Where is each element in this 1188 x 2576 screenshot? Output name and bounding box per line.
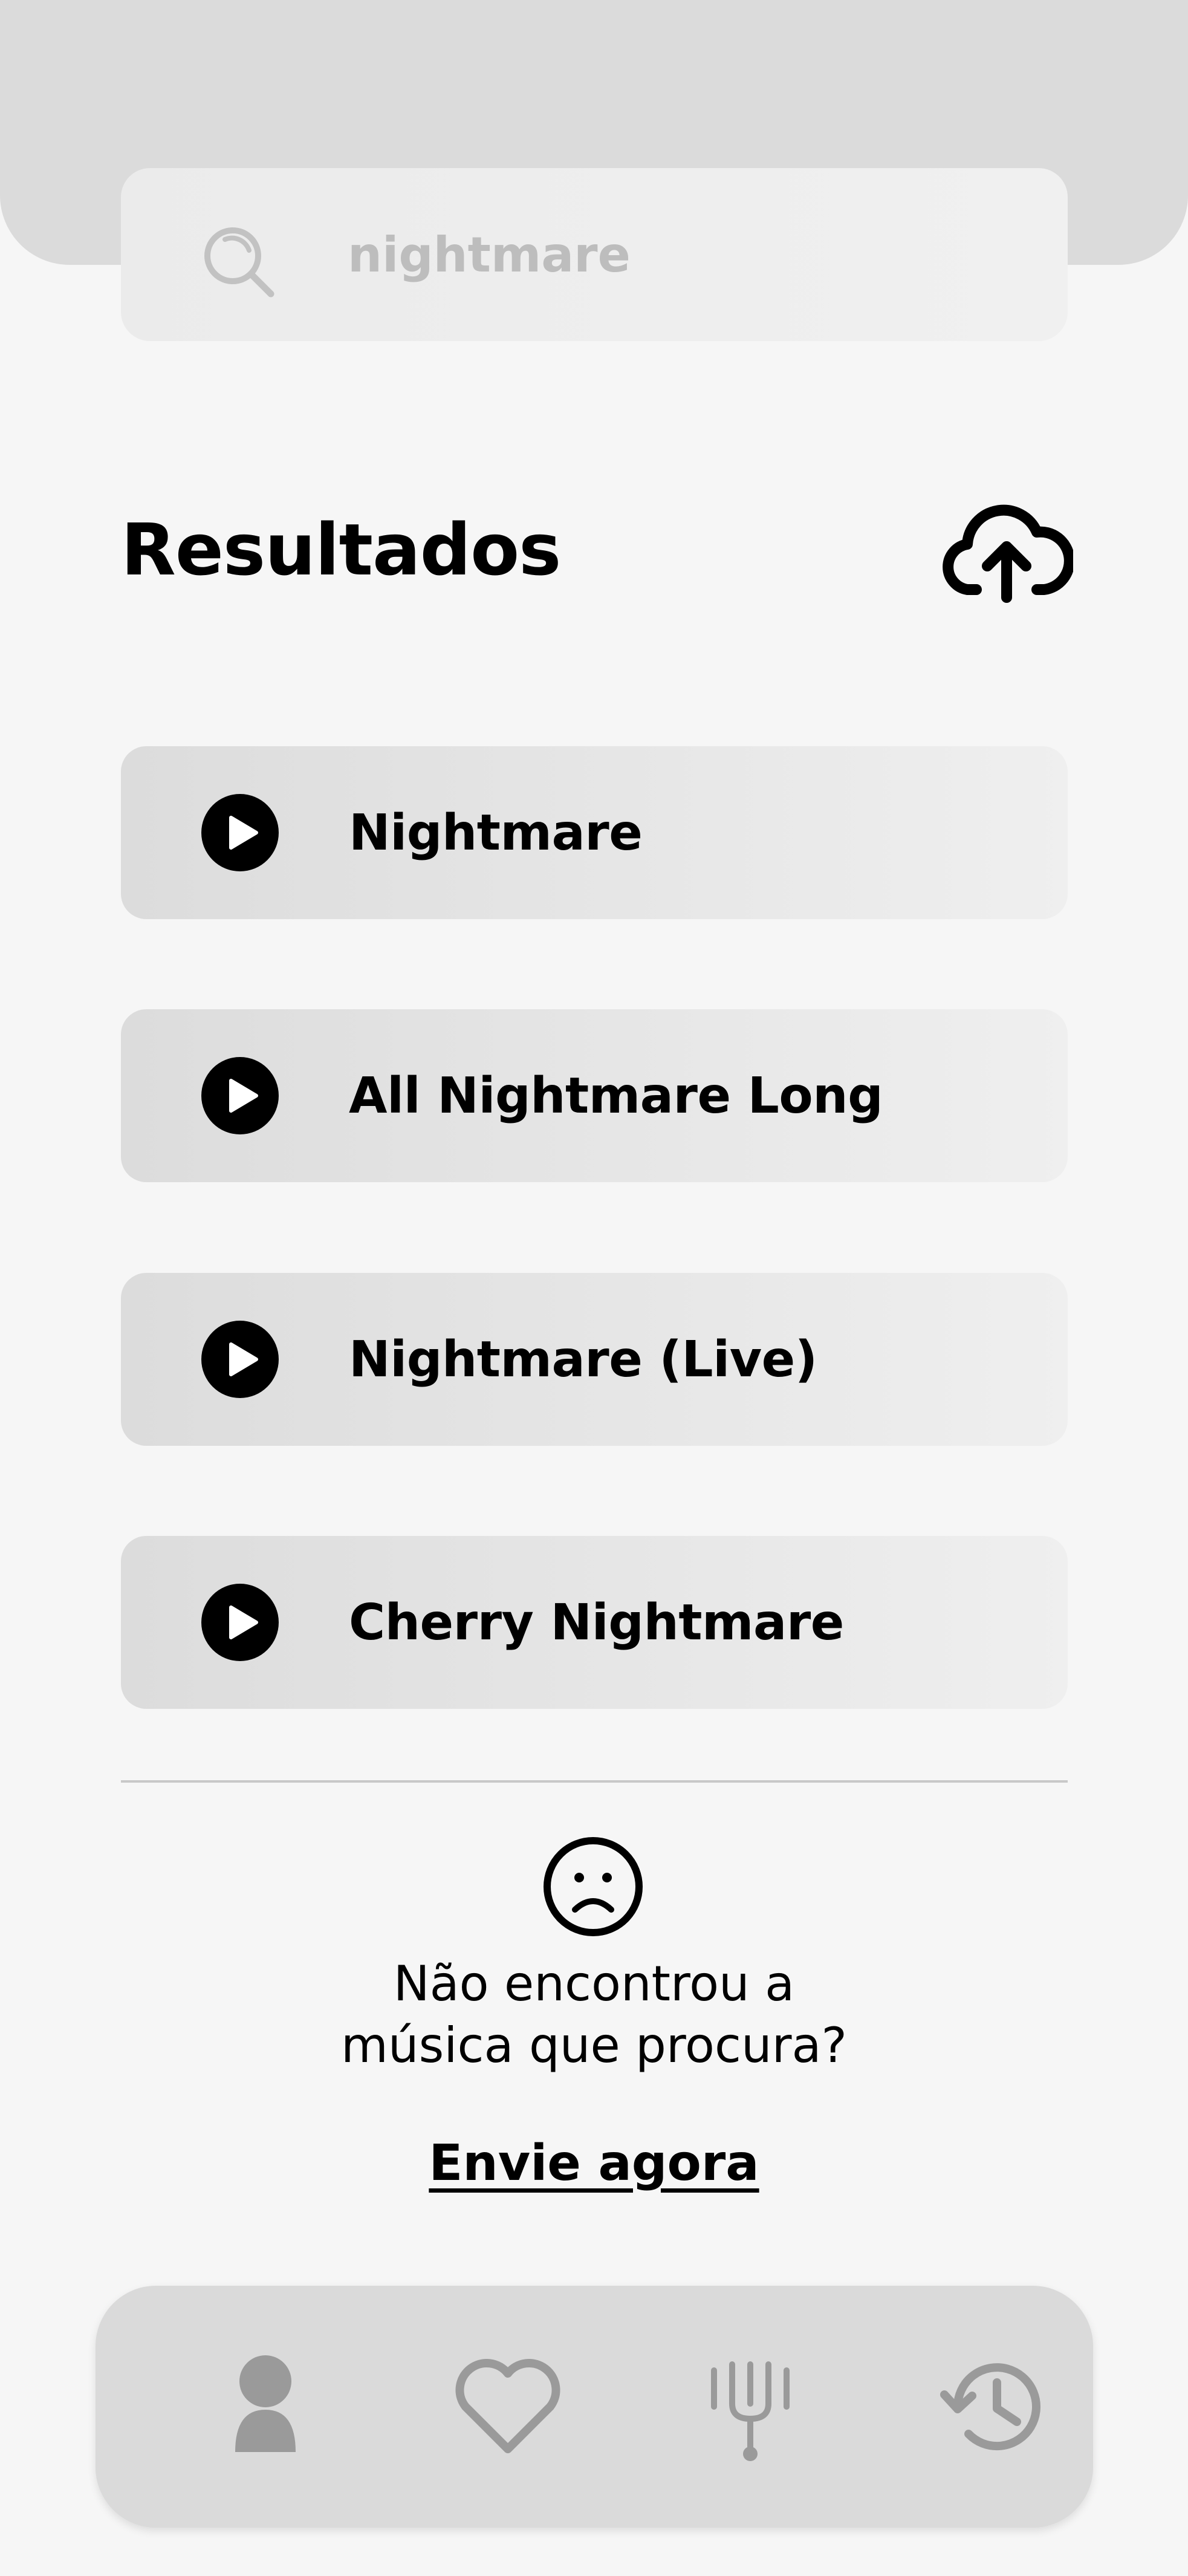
result-item[interactable]: Nightmare (Live): [121, 1273, 1068, 1446]
result-item[interactable]: All Nightmare Long: [121, 1009, 1068, 1182]
play-icon[interactable]: [200, 1319, 281, 1400]
send-now-link-wrapper: Envie agora: [0, 2135, 1188, 2192]
sad-face-icon: [544, 1837, 643, 1936]
send-now-link[interactable]: Envie agora: [429, 2135, 759, 2192]
search-input[interactable]: nightmare: [348, 168, 631, 341]
play-icon[interactable]: [200, 1582, 281, 1663]
not-found-line-1: Não encontrou a: [393, 1956, 795, 2012]
cloud-upload-icon[interactable]: [940, 490, 1073, 605]
divider: [121, 1780, 1068, 1783]
user-icon[interactable]: [205, 2346, 326, 2467]
search-bar[interactable]: nightmare: [121, 168, 1068, 341]
result-title: Nightmare (Live): [349, 1330, 817, 1388]
result-title: Cherry Nightmare: [349, 1593, 844, 1651]
not-found-message: Não encontrou a música que procura?: [0, 1953, 1188, 2077]
bottom-nav: [96, 2286, 1093, 2528]
result-item[interactable]: Cherry Nightmare: [121, 1536, 1068, 1709]
play-icon[interactable]: [200, 1055, 281, 1136]
results-title: Resultados: [121, 508, 561, 591]
tuning-fork-icon[interactable]: [690, 2346, 811, 2467]
heart-icon[interactable]: [447, 2346, 568, 2467]
result-item[interactable]: Nightmare: [121, 746, 1068, 919]
history-icon[interactable]: [932, 2346, 1053, 2467]
play-icon[interactable]: [200, 792, 281, 873]
search-icon: [204, 227, 274, 298]
result-title: Nightmare: [349, 804, 643, 862]
result-title: All Nightmare Long: [349, 1067, 883, 1125]
not-found-line-2: música que procura?: [340, 2017, 848, 2073]
